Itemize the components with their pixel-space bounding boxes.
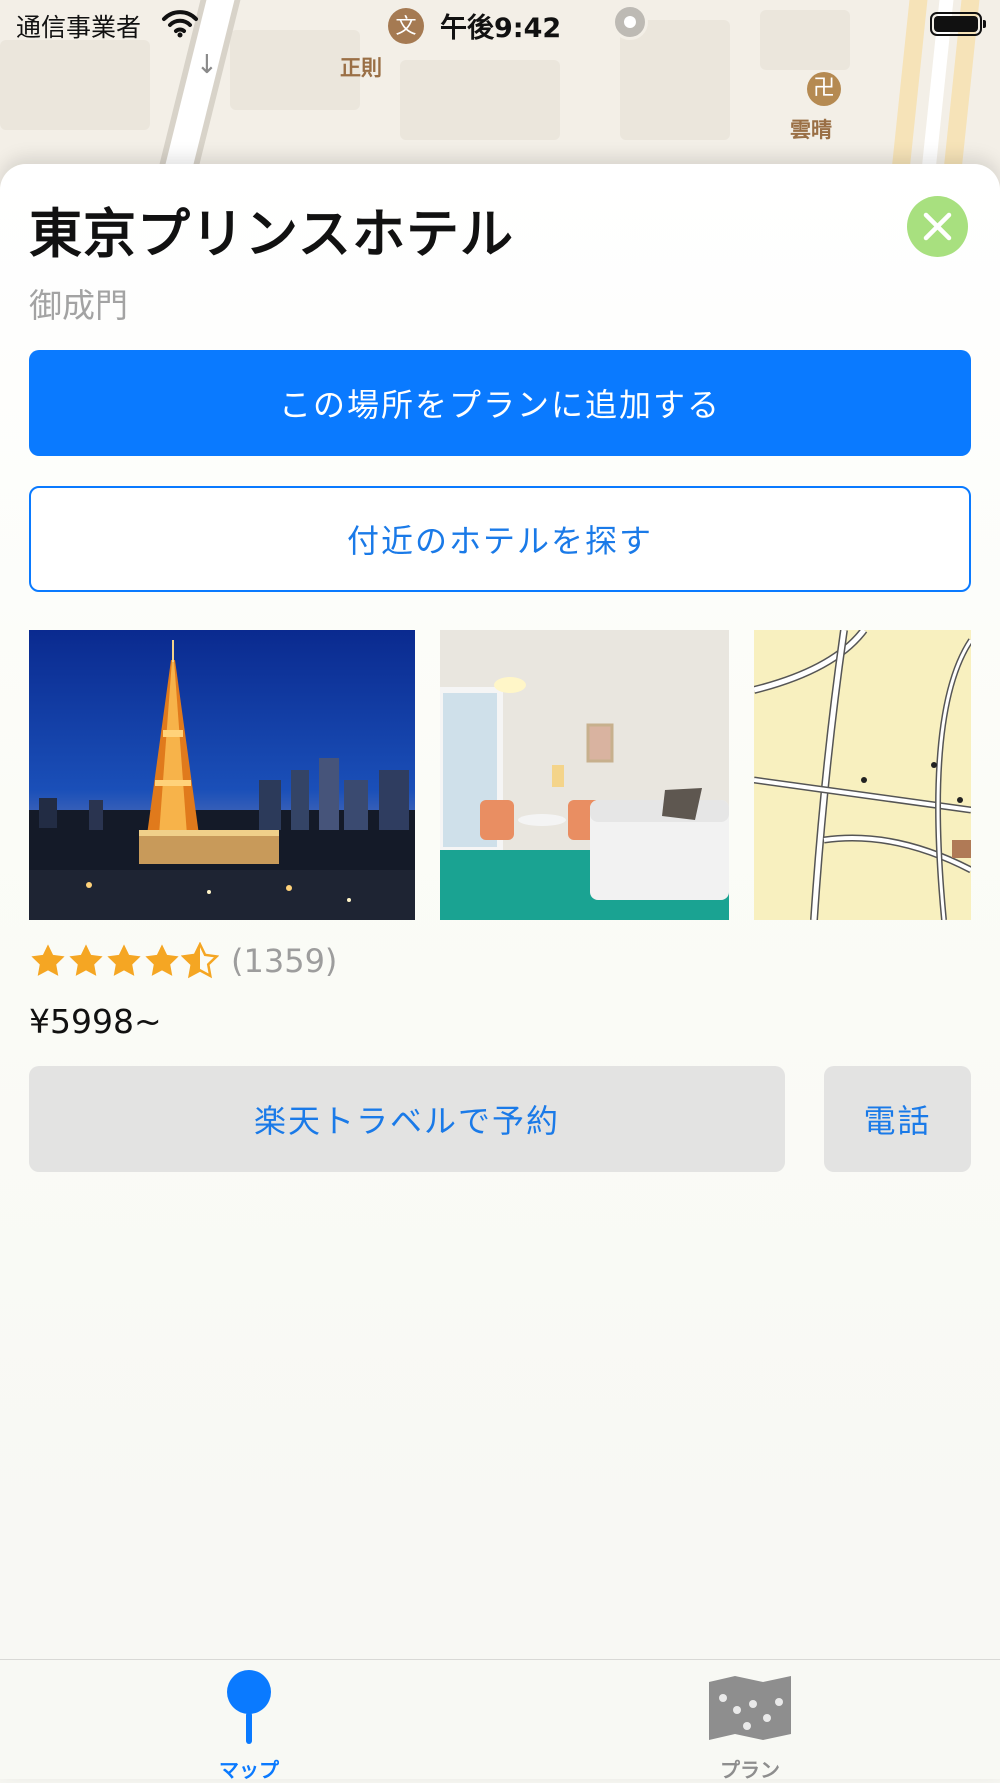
review-count: (1359) bbox=[231, 942, 338, 980]
temple-icon: 卍 bbox=[807, 72, 841, 106]
status-bar: 通信事業者 文 午後9:42 bbox=[0, 0, 1000, 50]
one-way-arrow-icon: ↓ bbox=[196, 50, 218, 80]
tab-plan[interactable]: プラン bbox=[690, 1668, 810, 1782]
price: ¥5998~ bbox=[29, 1002, 162, 1041]
close-icon bbox=[923, 212, 952, 241]
close-button[interactable] bbox=[907, 196, 968, 257]
map-pin-icon bbox=[227, 1670, 271, 1744]
map-label-unsei: 雲晴 bbox=[790, 118, 832, 142]
clock: 午後9:42 bbox=[440, 13, 562, 44]
book-rakuten-button[interactable]: 楽天トラベルで予約 bbox=[29, 1066, 785, 1172]
map-label-shoku: 正則 bbox=[340, 56, 382, 80]
wifi-icon bbox=[162, 10, 198, 38]
star-icon bbox=[69, 944, 103, 976]
star-icon bbox=[145, 944, 179, 976]
rating: (1359) bbox=[29, 942, 337, 980]
place-title: 東京プリンスホテル bbox=[29, 204, 514, 265]
folded-map-icon bbox=[709, 1676, 791, 1740]
star-icon bbox=[31, 944, 65, 976]
tab-plan-label: プラン bbox=[720, 1758, 780, 1782]
tab-map-label: マップ bbox=[219, 1758, 279, 1782]
place-detail-sheet: 東京プリンスホテル 御成門 この場所をプランに追加する 付近のホテルを探す (1… bbox=[0, 164, 1000, 1778]
tab-bar: マップ プラン bbox=[0, 1659, 1000, 1782]
battery-icon bbox=[930, 12, 986, 36]
carrier-name: 通信事業者 bbox=[16, 13, 142, 42]
tokyo-tower-night-photo[interactable] bbox=[29, 630, 415, 920]
add-to-plan-button[interactable]: この場所をプランに追加する bbox=[29, 350, 971, 456]
hotel-room-photo[interactable] bbox=[440, 630, 729, 920]
place-area: 御成門 bbox=[29, 286, 128, 325]
translation-indicator-icon: 文 bbox=[388, 8, 424, 44]
find-nearby-hotels-button[interactable]: 付近のホテルを探す bbox=[29, 486, 971, 592]
call-button[interactable]: 電話 bbox=[824, 1066, 971, 1172]
access-map-photo[interactable] bbox=[754, 630, 971, 920]
tab-map[interactable]: マップ bbox=[189, 1668, 309, 1782]
star-icon bbox=[107, 944, 141, 976]
half-star-icon bbox=[181, 942, 219, 979]
